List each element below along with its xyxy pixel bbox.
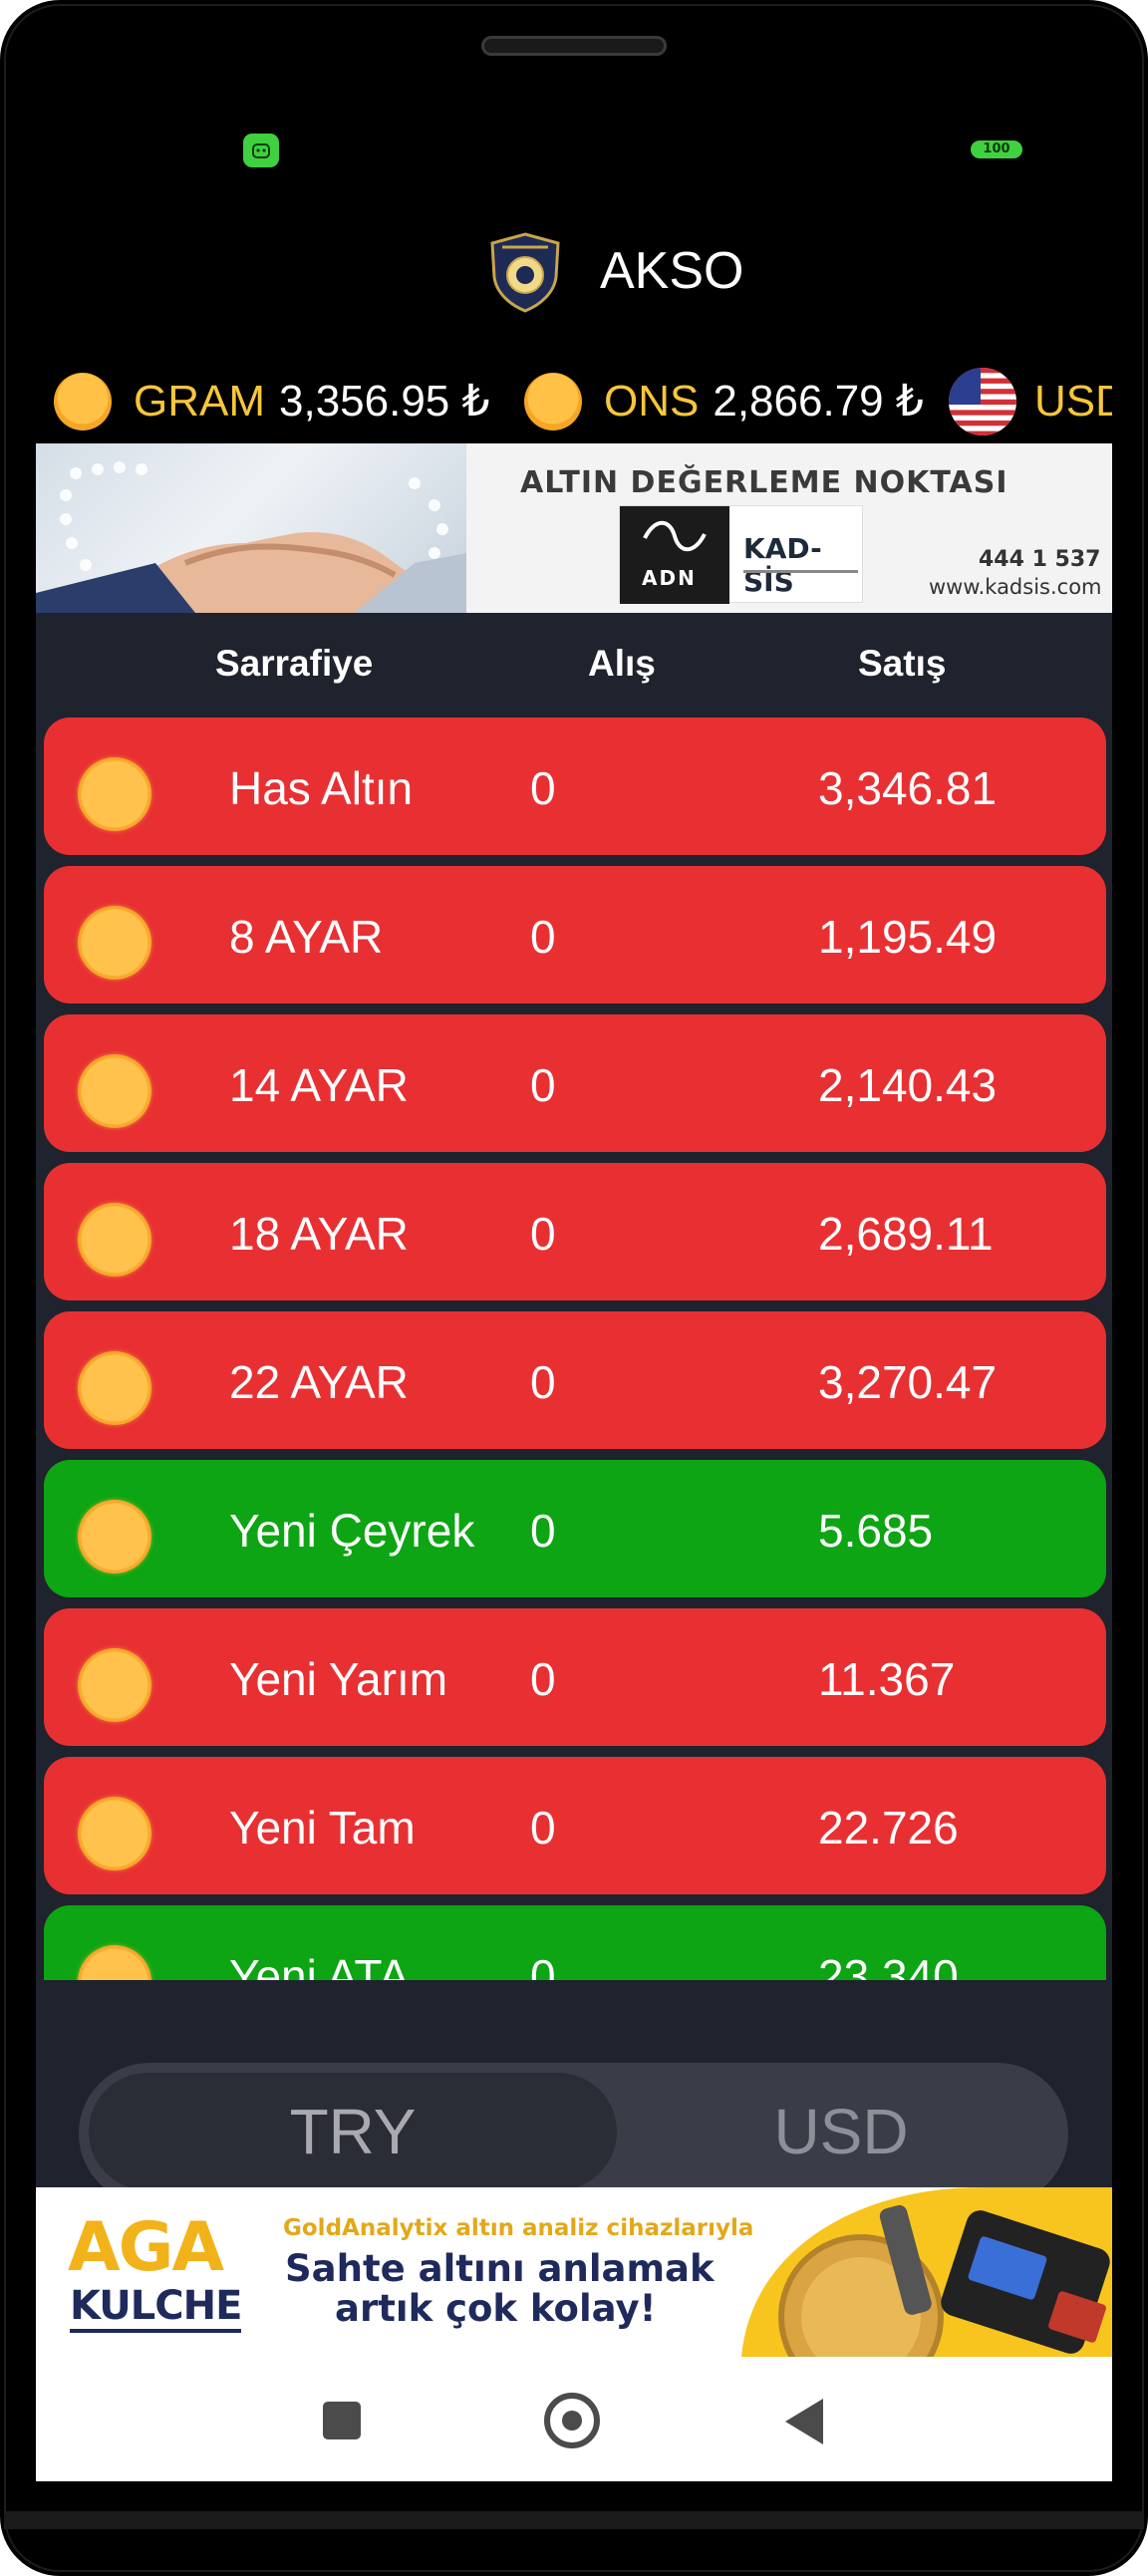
aga-kulche-banner-ad[interactable]: AGA KULCHE GoldAnalytix altın analiz cih… bbox=[36, 2187, 1112, 2357]
banner-phone: 444 1 537 bbox=[979, 547, 1101, 572]
row-sell: 2,689.11 bbox=[818, 1208, 994, 1260]
row-name: 18 AYAR bbox=[229, 1208, 409, 1260]
table-row[interactable]: Yeni ATA 0 23.340 bbox=[44, 1905, 1106, 1980]
row-buy: 0 bbox=[530, 1505, 556, 1557]
table-row[interactable]: 8 AYAR 0 1,195.49 bbox=[44, 866, 1106, 1003]
header-name: Sarrafiye bbox=[215, 643, 374, 684]
row-name: Has Altın bbox=[229, 762, 414, 814]
table-header: Sarrafiye Alış Satış bbox=[36, 613, 1112, 708]
header-buy: Alış bbox=[588, 643, 656, 684]
row-sell: 11.367 bbox=[818, 1653, 956, 1705]
earpiece-speaker bbox=[481, 36, 667, 56]
row-sell: 1,195.49 bbox=[818, 911, 998, 963]
kadsis-logo-text: KAD-SİS bbox=[743, 532, 822, 598]
ticker-item-ons: ONS 2,866.79 ₺ bbox=[524, 359, 924, 443]
battery-indicator: 100 bbox=[971, 141, 1022, 158]
header-sell: Satış bbox=[858, 643, 947, 684]
banner-title: ALTIN DEĞERLEME NOKTASI bbox=[520, 465, 1008, 500]
price-list[interactable]: Has Altın 0 3,346.81 8 AYAR 0 1,195.49 14 AY… bbox=[36, 708, 1112, 1980]
row-name: Yeni ATA bbox=[229, 1950, 410, 1980]
table-row[interactable]: Yeni Çeyrek 0 5.685 bbox=[44, 1460, 1106, 1597]
gold-coin-icon bbox=[78, 1054, 151, 1128]
phone-frame: 100 AKSO GRAM 3,356.95 ₺ ONS 2,866.79 ₺ bbox=[0, 0, 1148, 2576]
ticker-label: ONS bbox=[604, 376, 700, 426]
row-sell: 3,270.47 bbox=[818, 1356, 998, 1408]
back-icon[interactable] bbox=[785, 2399, 823, 2444]
table-row[interactable]: Yeni Yarım 0 11.367 bbox=[44, 1608, 1106, 1746]
row-name: Yeni Yarım bbox=[229, 1653, 448, 1705]
app-title: AKSO bbox=[600, 242, 744, 300]
kadsis-logo: ADN KAD-SİS bbox=[619, 505, 863, 604]
adn-logo-text: ADN bbox=[642, 566, 697, 590]
home-icon[interactable] bbox=[544, 2393, 600, 2448]
gold-coin-icon bbox=[78, 1203, 151, 1277]
gold-coin-icon bbox=[78, 1500, 151, 1574]
row-name: 22 AYAR bbox=[229, 1356, 409, 1408]
system-navigation-bar bbox=[36, 2357, 1112, 2481]
row-name: Yeni Tam bbox=[229, 1802, 416, 1854]
row-buy: 0 bbox=[530, 1802, 556, 1854]
currency-option-usd[interactable]: USD bbox=[617, 2073, 1065, 2190]
ticker-value: 3,356.95 ₺ bbox=[279, 377, 490, 426]
ad-headline-line1: Sahte altını anlamak bbox=[285, 2247, 715, 2290]
akso-shield-logo-icon bbox=[490, 232, 560, 313]
home-icon-dot bbox=[562, 2411, 582, 2431]
app-screen: GRAM 3,356.95 ₺ ONS 2,866.79 ₺ USD ALTIN… bbox=[36, 359, 1112, 2481]
row-name: 14 AYAR bbox=[229, 1059, 409, 1111]
row-sell: 5.685 bbox=[818, 1505, 934, 1557]
ticker-value: 2,866.79 ₺ bbox=[713, 377, 924, 426]
row-buy: 0 bbox=[530, 1356, 556, 1408]
gold-coin-icon bbox=[78, 1351, 151, 1425]
currency-toggle[interactable]: TRY USD bbox=[79, 2063, 1068, 2204]
gold-coin-icon bbox=[78, 906, 151, 980]
banner-url: www.kadsis.com bbox=[929, 575, 1102, 599]
row-buy: 0 bbox=[530, 1653, 556, 1705]
ad-tagline: GoldAnalytix altın analiz cihazlarıyla bbox=[283, 2215, 754, 2241]
adn-logo-block: ADN bbox=[620, 506, 729, 604]
price-ticker: GRAM 3,356.95 ₺ ONS 2,866.79 ₺ USD bbox=[36, 359, 1112, 443]
ticker-label: GRAM bbox=[134, 376, 265, 426]
table-row[interactable]: 18 AYAR 0 2,689.11 bbox=[44, 1163, 1106, 1300]
gold-coin-icon bbox=[78, 1797, 151, 1870]
logo-tagline-rule bbox=[743, 570, 858, 573]
currency-option-try[interactable]: TRY bbox=[89, 2073, 617, 2190]
kulche-logo-text: KULCHE bbox=[70, 2283, 242, 2333]
row-name: 8 AYAR bbox=[229, 911, 384, 963]
gold-coin-icon bbox=[78, 757, 151, 831]
table-row[interactable]: 14 AYAR 0 2,140.43 bbox=[44, 1014, 1106, 1152]
gold-coin-icon bbox=[78, 1648, 151, 1722]
table-row[interactable]: 22 AYAR 0 3,270.47 bbox=[44, 1311, 1106, 1449]
gold-coin-icon bbox=[524, 372, 582, 430]
ad-headline-line2: artık çok kolay! bbox=[335, 2287, 657, 2330]
row-buy: 0 bbox=[530, 1950, 556, 1980]
row-sell: 23.340 bbox=[818, 1950, 959, 1980]
ticker-label: USD bbox=[1034, 376, 1112, 426]
kadsis-banner-ad[interactable]: ALTIN DEĞERLEME NOKTASI ADN KAD-SİS 444 … bbox=[36, 443, 1112, 613]
android-status-icon bbox=[243, 134, 279, 167]
handshake-photo bbox=[36, 443, 466, 613]
gold-coin-icon bbox=[54, 372, 112, 430]
row-sell: 3,346.81 bbox=[818, 762, 998, 814]
table-row[interactable]: Yeni Tam 0 22.726 bbox=[44, 1757, 1106, 1894]
row-sell: 2,140.43 bbox=[818, 1059, 998, 1111]
row-sell: 22.726 bbox=[818, 1802, 959, 1854]
ticker-item-usd: USD bbox=[949, 359, 1112, 443]
row-name: Yeni Çeyrek bbox=[229, 1505, 475, 1557]
app-bar: AKSO bbox=[0, 229, 1148, 319]
ticker-item-gram: GRAM 3,356.95 ₺ bbox=[54, 359, 490, 443]
us-flag-icon bbox=[949, 367, 1016, 435]
bottom-bezel bbox=[4, 2511, 1144, 2529]
recents-icon[interactable] bbox=[323, 2402, 361, 2439]
table-row[interactable]: Has Altın 0 3,346.81 bbox=[44, 717, 1106, 855]
aga-logo-text: AGA bbox=[68, 2208, 224, 2287]
gold-coin-icon bbox=[78, 1945, 151, 1980]
row-buy: 0 bbox=[530, 1208, 556, 1260]
gold-analyzer-device-image bbox=[741, 2187, 1112, 2357]
row-buy: 0 bbox=[530, 911, 556, 963]
row-buy: 0 bbox=[530, 762, 556, 814]
row-buy: 0 bbox=[530, 1059, 556, 1111]
